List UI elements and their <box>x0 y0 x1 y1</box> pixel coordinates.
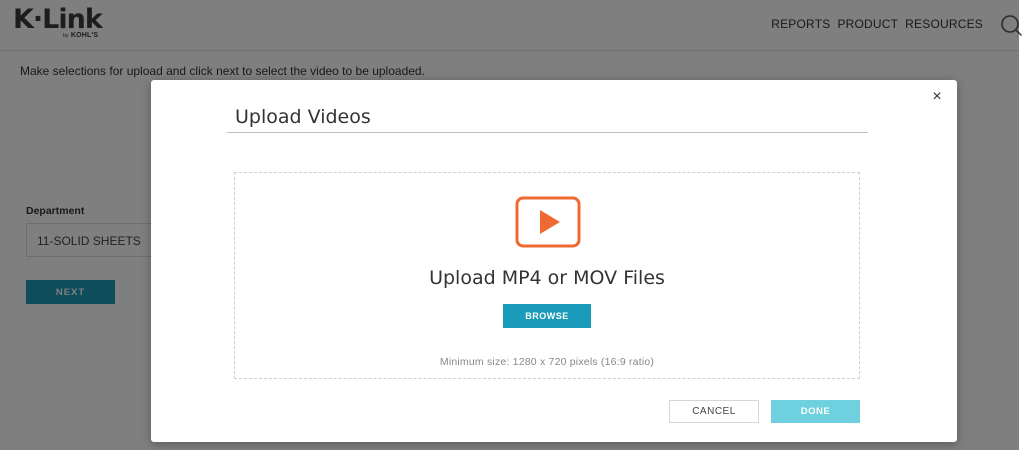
title-divider <box>227 132 868 133</box>
play-icon <box>515 196 581 248</box>
minimum-size-note: Minimum size: 1280 x 720 pixels (16:9 ra… <box>439 356 655 368</box>
modal-title: Upload Videos <box>235 106 371 128</box>
upload-videos-modal: × Upload Videos Upload MP4 or MOV Files … <box>151 80 957 442</box>
cancel-button[interactable]: CANCEL <box>669 400 759 423</box>
file-dropzone[interactable]: Upload MP4 or MOV Files BROWSE Minimum s… <box>234 172 860 379</box>
scrollbar-gutter <box>1019 50 1036 450</box>
done-button[interactable]: DONE <box>771 400 860 423</box>
browse-button[interactable]: BROWSE <box>503 304 591 328</box>
dropzone-heading: Upload MP4 or MOV Files <box>429 267 665 289</box>
close-icon[interactable]: × <box>930 88 944 106</box>
